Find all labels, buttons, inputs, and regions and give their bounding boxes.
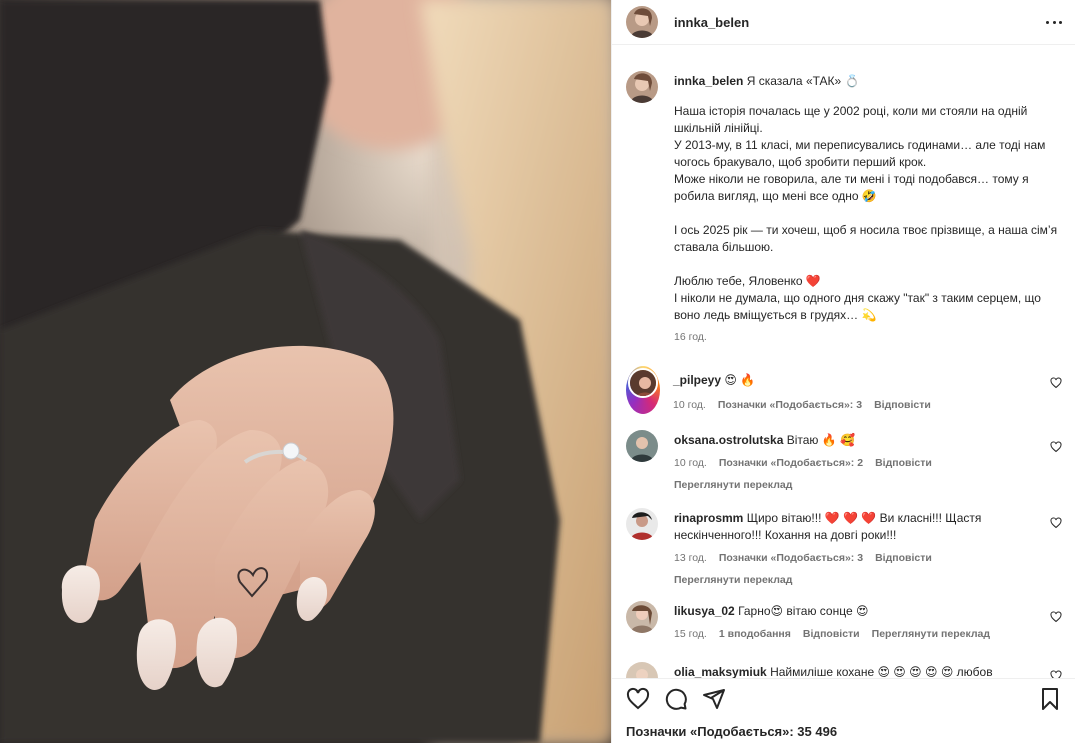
engagement-ring-photo	[0, 0, 611, 743]
likes-count[interactable]: Позначки «Подобається»: 35 496	[626, 724, 837, 739]
post-header: innka_belen	[612, 0, 1075, 45]
comment-time: 10 год.	[673, 399, 706, 411]
comment-text: Вітаю 🔥 🥰	[786, 433, 855, 447]
reply-button[interactable]: Відповісти	[803, 626, 860, 643]
comment-likes[interactable]: Позначки «Подобається»: 3	[718, 397, 862, 414]
comment-username[interactable]: rinaprosmm	[674, 511, 743, 525]
author-avatar[interactable]	[626, 6, 658, 38]
comment-icon[interactable]	[664, 687, 688, 711]
post-photo[interactable]	[0, 0, 611, 743]
post-details-panel: innka_belen innka_belen Я сказала «ТАК» …	[611, 0, 1075, 743]
author-username[interactable]: innka_belen	[674, 15, 749, 30]
comment-likes[interactable]: Позначки «Подобається»: 2	[719, 455, 863, 472]
heart-outline-icon[interactable]	[1050, 441, 1062, 453]
post-actions: Позначки «Подобається»: 35 496	[612, 678, 1075, 743]
commenter-avatar[interactable]	[626, 662, 658, 678]
see-translation-link[interactable]: Переглянути переклад	[674, 477, 1034, 494]
caption-time: 16 год.	[674, 331, 707, 343]
see-translation-link[interactable]: Переглянути переклад	[872, 626, 990, 643]
bookmark-icon[interactable]	[1038, 687, 1062, 711]
caption-paragraph: Люблю тебе, Яловенко ❤️ І ніколи не дума…	[674, 274, 1041, 322]
comment-username[interactable]: oksana.ostrolutska	[674, 433, 783, 447]
reply-button[interactable]: Відповісти	[875, 550, 932, 567]
caption-paragraph: І ось 2025 рік — ти хочеш, щоб я носила …	[674, 223, 1058, 254]
comment-text: Наймиліше кохане 😍 😍 😍 😍 😍 любов	[770, 665, 993, 678]
commenter-avatar[interactable]	[626, 366, 660, 414]
comment-username[interactable]: olia_maksymiuk	[674, 665, 767, 678]
heart-outline-icon[interactable]	[1050, 377, 1062, 389]
comment-likes[interactable]: 1 вподобання	[719, 626, 791, 643]
caption-headline: Я сказала «ТАК» 💍	[746, 74, 860, 88]
heart-outline-icon[interactable]	[1050, 517, 1062, 529]
comment-text: 😍 🔥	[724, 373, 756, 387]
post-modal: innka_belen innka_belen Я сказала «ТАК» …	[0, 0, 1075, 743]
comment-item: likusya_02 Гарно😍 вітаю сонце 😍 15 год. …	[626, 601, 1066, 643]
commenter-avatar[interactable]	[626, 601, 658, 633]
caption-author-avatar[interactable]	[626, 71, 658, 103]
see-translation-link[interactable]: Переглянути переклад	[674, 572, 1034, 589]
comment-text: Гарно😍 вітаю сонце 😍	[738, 604, 869, 618]
heart-outline-icon[interactable]	[1050, 611, 1062, 623]
comment-likes[interactable]: Позначки «Подобається»: 3	[719, 550, 863, 567]
more-options-icon[interactable]	[1046, 14, 1062, 30]
comments-scroll-area[interactable]: innka_belen Я сказала «ТАК» 💍 Наша істор…	[612, 45, 1075, 678]
post-caption: innka_belen Я сказала «ТАК» 💍 Наша істор…	[626, 71, 1066, 346]
comment-item: olia_maksymiuk Наймиліше кохане 😍 😍 😍 😍 …	[626, 662, 1066, 678]
comment-item: _pilpeyy 😍 🔥 10 год. Позначки «Подобаєть…	[626, 366, 1066, 414]
comment-time: 13 год.	[674, 552, 707, 564]
reply-button[interactable]: Відповісти	[875, 455, 932, 472]
reply-button[interactable]: Відповісти	[874, 397, 931, 414]
share-icon[interactable]	[702, 687, 726, 711]
comment-time: 15 год.	[674, 628, 707, 640]
comment-time: 10 год.	[674, 457, 707, 469]
comment-username[interactable]: _pilpeyy	[673, 373, 721, 387]
heart-outline-icon[interactable]	[1050, 670, 1062, 678]
comment-item: rinaprosmm Щиро вітаю!!! ❤️ ❤️ ❤️ Ви кла…	[626, 508, 1066, 589]
comment-item: oksana.ostrolutska Вітаю 🔥 🥰 10 год. Поз…	[626, 430, 1066, 494]
commenter-avatar[interactable]	[626, 508, 658, 540]
heart-icon[interactable]	[626, 687, 650, 711]
commenter-avatar[interactable]	[626, 430, 658, 462]
caption-username[interactable]: innka_belen	[674, 74, 743, 88]
comment-username[interactable]: likusya_02	[674, 604, 735, 618]
caption-paragraph: Наша історія почалась ще у 2002 році, ко…	[674, 104, 1046, 203]
